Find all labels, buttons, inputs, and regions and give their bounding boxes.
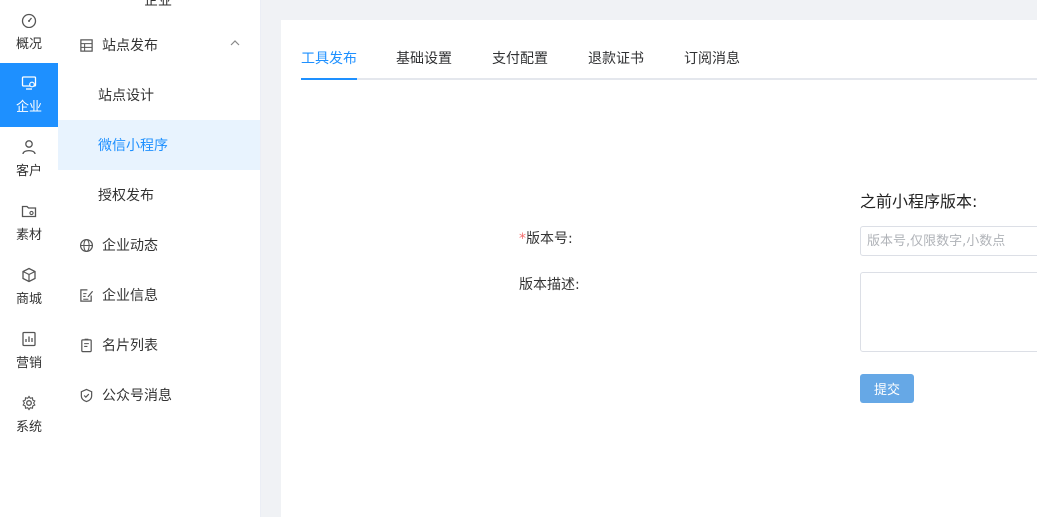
- monitor-settings-icon: [21, 76, 37, 90]
- settings-tabs: 工具发布 基础设置 支付配置 退款证书 订阅消息: [301, 48, 1037, 80]
- table-icon: [80, 38, 93, 52]
- sidebar-item-official-account-messages[interactable]: 公众号消息: [58, 370, 260, 420]
- box-icon: [22, 267, 36, 283]
- sidebar-item-label: 微信小程序: [98, 138, 168, 154]
- user-icon: [22, 140, 36, 155]
- card-list-icon: [81, 338, 92, 352]
- sidebar-item-label: 站点发布: [102, 38, 158, 54]
- folder-icon: [21, 205, 37, 218]
- sidebar-item-enterprise-info[interactable]: 企业信息: [58, 270, 260, 320]
- rail-item-enterprise[interactable]: 企业: [0, 63, 58, 127]
- gear-icon: [22, 395, 36, 411]
- sidebar-item-site-design[interactable]: 站点设计: [58, 70, 260, 120]
- tab-subscription-messages[interactable]: 订阅消息: [684, 48, 740, 78]
- sidebar-item-wechat-miniprogram[interactable]: 微信小程序: [58, 120, 260, 170]
- rail-item-label: 系统: [15, 420, 42, 435]
- submit-button[interactable]: 提交: [860, 374, 914, 403]
- tab-refund-certificate[interactable]: 退款证书: [588, 48, 644, 78]
- main-content-card: 工具发布 基础设置 支付配置 退款证书 订阅消息 之前小程序版本: *版本号: …: [281, 20, 1037, 517]
- tab-basic-settings[interactable]: 基础设置: [396, 48, 452, 78]
- sidebar-item-card-list[interactable]: 名片列表: [58, 320, 260, 370]
- version-description-textarea[interactable]: [860, 272, 1037, 352]
- rail-item-label: 营销: [15, 356, 42, 371]
- rail-item-customers[interactable]: 客户: [0, 127, 58, 191]
- sidebar-section-title: 企业: [144, 0, 172, 9]
- rail-item-label: 客户: [15, 164, 42, 179]
- rail-item-label: 企业: [15, 100, 42, 115]
- sidebar-item-label: 名片列表: [102, 338, 158, 354]
- sidebar-item-auth-publish[interactable]: 授权发布: [58, 170, 260, 220]
- main-nav-rail: 概况 企业 客户 素材 商城 营销 系统: [0, 0, 58, 517]
- version-description-label: 版本描述:: [519, 277, 580, 293]
- edit-document-icon: [80, 288, 94, 302]
- rail-item-materials[interactable]: 素材: [0, 191, 58, 255]
- sidebar-item-label: 站点设计: [98, 88, 154, 104]
- rail-item-label: 商城: [15, 292, 42, 307]
- globe-icon: [79, 238, 94, 252]
- version-number-label: *版本号:: [519, 228, 573, 248]
- sidebar-item-label: 企业动态: [102, 238, 158, 254]
- tab-tool-publish[interactable]: 工具发布: [301, 48, 357, 80]
- previous-version-label: 之前小程序版本:: [860, 192, 978, 211]
- sidebar-item-label: 企业信息: [102, 288, 158, 304]
- rail-item-label: 素材: [15, 228, 42, 243]
- rail-item-system[interactable]: 系统: [0, 383, 58, 447]
- sidebar-item-label: 公众号消息: [102, 388, 172, 404]
- enterprise-sidebar: 企业 站点发布 站点设计 微信小程序 授权发布 企业动态 企业信息 名片列表 公…: [58, 0, 261, 517]
- check-shield-icon: [80, 388, 93, 402]
- rail-item-mall[interactable]: 商城: [0, 255, 58, 319]
- rail-item-marketing[interactable]: 营销: [0, 319, 58, 383]
- tab-payment-config[interactable]: 支付配置: [492, 48, 548, 78]
- chevron-up-icon[interactable]: [230, 38, 240, 48]
- version-number-input[interactable]: [860, 226, 1037, 256]
- chart-icon: [22, 331, 36, 347]
- rail-item-label: 概况: [15, 37, 42, 52]
- rail-item-overview[interactable]: 概况: [0, 0, 58, 64]
- version-number-label-text: 版本号:: [526, 231, 573, 247]
- sidebar-item-enterprise-news[interactable]: 企业动态: [58, 220, 260, 270]
- required-mark: *: [519, 231, 526, 247]
- sidebar-item-site-publish[interactable]: 站点发布: [58, 20, 260, 70]
- sidebar-item-label: 授权发布: [98, 188, 154, 204]
- dashboard-icon: [21, 13, 37, 28]
